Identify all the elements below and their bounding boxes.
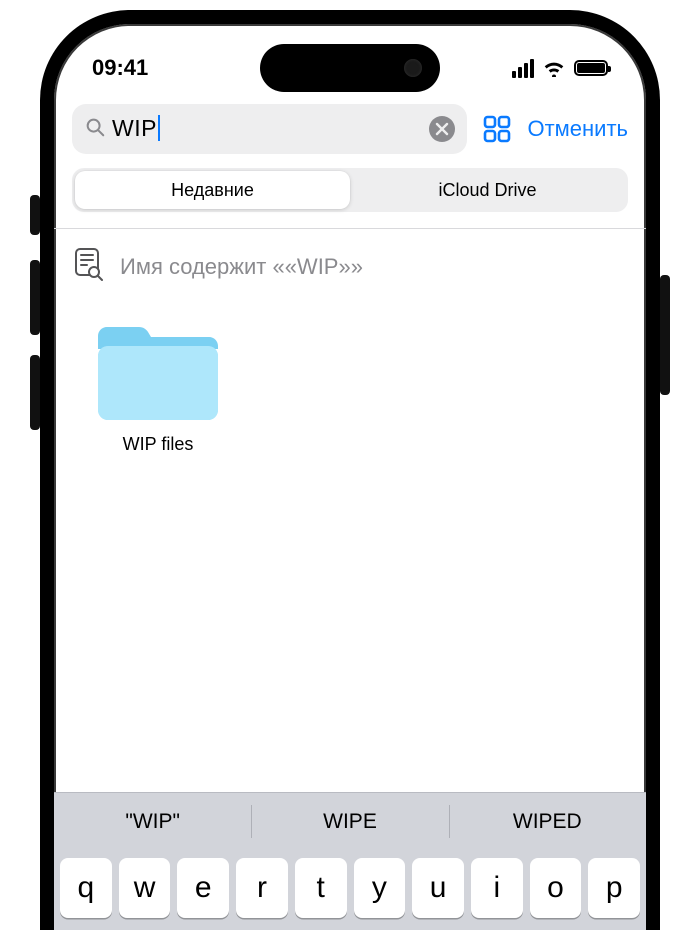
suggestion-2[interactable]: WIPE: [251, 793, 448, 850]
cellular-signal-icon: [512, 59, 534, 78]
battery-icon: [574, 60, 608, 76]
search-icon: [84, 116, 106, 143]
results-grid: WIP files: [54, 294, 646, 483]
key-e[interactable]: e: [177, 858, 229, 918]
view-mode-button[interactable]: [481, 113, 513, 145]
clear-search-button[interactable]: [429, 116, 455, 142]
key-y[interactable]: y: [354, 858, 406, 918]
tab-icloud-drive[interactable]: iCloud Drive: [350, 171, 625, 209]
search-field[interactable]: WIP: [72, 104, 467, 154]
scope-segmented-control: Недавние iCloud Drive: [72, 168, 628, 212]
wifi-icon: [542, 59, 566, 77]
phone-volume-down: [30, 355, 40, 430]
folder-item[interactable]: WIP files: [78, 322, 238, 455]
phone-silent-switch: [30, 195, 40, 235]
cancel-button[interactable]: Отменить: [527, 116, 628, 142]
key-o[interactable]: o: [530, 858, 582, 918]
key-u[interactable]: u: [412, 858, 464, 918]
key-i[interactable]: i: [471, 858, 523, 918]
suggestion-1[interactable]: "WIP": [54, 793, 251, 850]
key-p[interactable]: p: [588, 858, 640, 918]
status-bar: 09:41: [54, 24, 646, 94]
search-input[interactable]: WIP: [112, 115, 423, 143]
keyboard-suggestion-bar: "WIP" WIPE WIPED: [54, 792, 646, 850]
key-r[interactable]: r: [236, 858, 288, 918]
status-time: 09:41: [92, 55, 148, 81]
document-search-icon: [74, 247, 104, 286]
phone-frame: 09:41 WIP: [40, 10, 660, 930]
phone-volume-up: [30, 260, 40, 335]
search-row: WIP Отменить: [54, 94, 646, 168]
key-w[interactable]: w: [119, 858, 171, 918]
search-filter-token[interactable]: Имя содержит ««WIP»»: [54, 229, 646, 294]
filter-token-label: Имя содержит ««WIP»»: [120, 254, 363, 280]
key-q[interactable]: q: [60, 858, 112, 918]
text-caret: [158, 115, 160, 141]
phone-power-button: [660, 275, 670, 395]
folder-label: WIP files: [123, 434, 194, 455]
tab-recents[interactable]: Недавние: [75, 171, 350, 209]
key-t[interactable]: t: [295, 858, 347, 918]
keyboard-row-1: q w e r t y u i o p: [54, 850, 646, 930]
suggestion-3[interactable]: WIPED: [449, 793, 646, 850]
folder-icon: [88, 322, 228, 426]
